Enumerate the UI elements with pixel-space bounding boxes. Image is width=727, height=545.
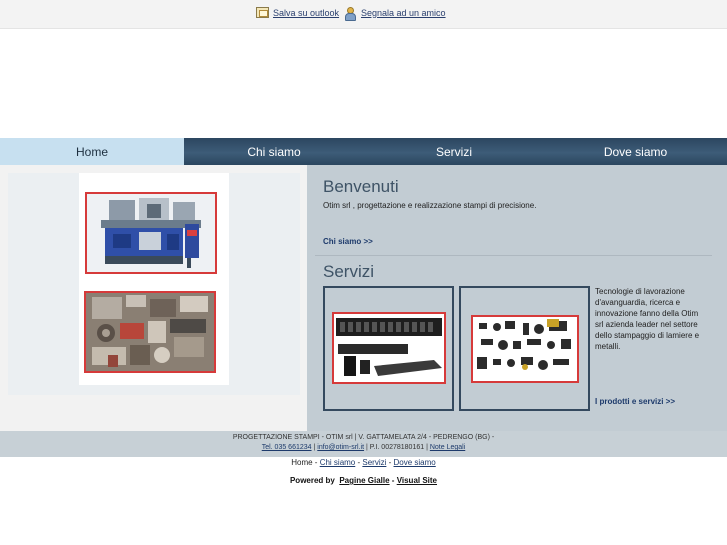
- footer-contacts: Tel. 035 661234 | info@otim-srl.it | P.I…: [0, 444, 727, 451]
- service-card-2[interactable]: [459, 286, 590, 411]
- powered-by-label: Powered by: [289, 476, 335, 485]
- nav-label: Home: [75, 144, 108, 159]
- nav-item-dove-siamo[interactable]: Dove siamo: [544, 138, 727, 165]
- welcome-intro: Otim srl , progettazione e realizzazione…: [323, 201, 537, 210]
- person-icon: [344, 7, 357, 21]
- nav-label: Dove siamo: [603, 144, 668, 159]
- parts-photo: [84, 291, 216, 373]
- products-services-link[interactable]: I prodotti e servizi >>: [595, 397, 675, 406]
- bottom-nav-servizi[interactable]: Servizi: [362, 458, 386, 467]
- save-outlook-label: Salva su outlook: [273, 7, 340, 18]
- email-link[interactable]: info@otim-srl.it: [317, 444, 364, 451]
- nav-item-home[interactable]: Home: [0, 138, 184, 165]
- tell-friend-label: Segnala ad un amico: [361, 7, 446, 18]
- services-title: Servizi: [323, 262, 375, 281]
- small-parts-illustration: [473, 317, 577, 381]
- bottom-nav-separator: -: [386, 458, 394, 467]
- service-card-1[interactable]: [323, 286, 454, 411]
- welcome-title: Benvenuti: [323, 177, 399, 196]
- metal-parts-illustration: [86, 293, 214, 371]
- nav-label: Chi siamo: [247, 144, 301, 159]
- machine-photo: [85, 192, 217, 274]
- stamped-parts-photo-2: [471, 315, 579, 383]
- visual-site-link[interactable]: Visual Site: [397, 476, 437, 485]
- phone-link[interactable]: Tel. 035 661234: [262, 444, 312, 451]
- top-utility-bar: Salva su outlook Segnala ad un amico: [0, 0, 727, 29]
- stamped-parts-photo-1: [332, 312, 446, 384]
- vat-number: | P.I. 00278180161 |: [364, 444, 430, 451]
- envelope-icon: [256, 7, 269, 18]
- press-machine-illustration: [87, 194, 215, 272]
- legal-notes-link[interactable]: Note Legali: [430, 444, 465, 451]
- footer-company: PROGETTAZIONE STAMPI - OTIM srl | V. GAT…: [232, 434, 495, 441]
- bottom-nav-separator: -: [312, 458, 320, 467]
- nav-item-servizi[interactable]: Servizi: [364, 138, 544, 165]
- powered-separator: -: [389, 476, 397, 485]
- services-description: Tecnologie di lavorazione d'avanguardia,…: [595, 287, 700, 351]
- main-nav: Home Chi siamo Servizi Dove siamo: [0, 138, 727, 165]
- chi-siamo-link[interactable]: Chi siamo >>: [323, 237, 373, 246]
- stamped-strip-illustration: [334, 314, 444, 382]
- save-outlook-link[interactable]: Salva su outlook: [256, 7, 339, 18]
- powered-by: Powered by Pagine Gialle - Visual Site: [0, 476, 727, 485]
- bottom-nav-home[interactable]: Home: [291, 458, 312, 467]
- tell-friend-link[interactable]: Segnala ad un amico: [344, 7, 446, 21]
- bottom-nav-dove-siamo[interactable]: Dove siamo: [394, 458, 436, 467]
- bottom-nav: Home - Chi siamo - Servizi - Dove siamo: [0, 458, 727, 467]
- section-divider: [315, 255, 712, 256]
- pagine-gialle-link[interactable]: Pagine Gialle: [339, 476, 389, 485]
- nav-item-chi-siamo[interactable]: Chi siamo: [184, 138, 364, 165]
- bottom-nav-chi-siamo[interactable]: Chi siamo: [320, 458, 356, 467]
- nav-label: Servizi: [435, 144, 472, 159]
